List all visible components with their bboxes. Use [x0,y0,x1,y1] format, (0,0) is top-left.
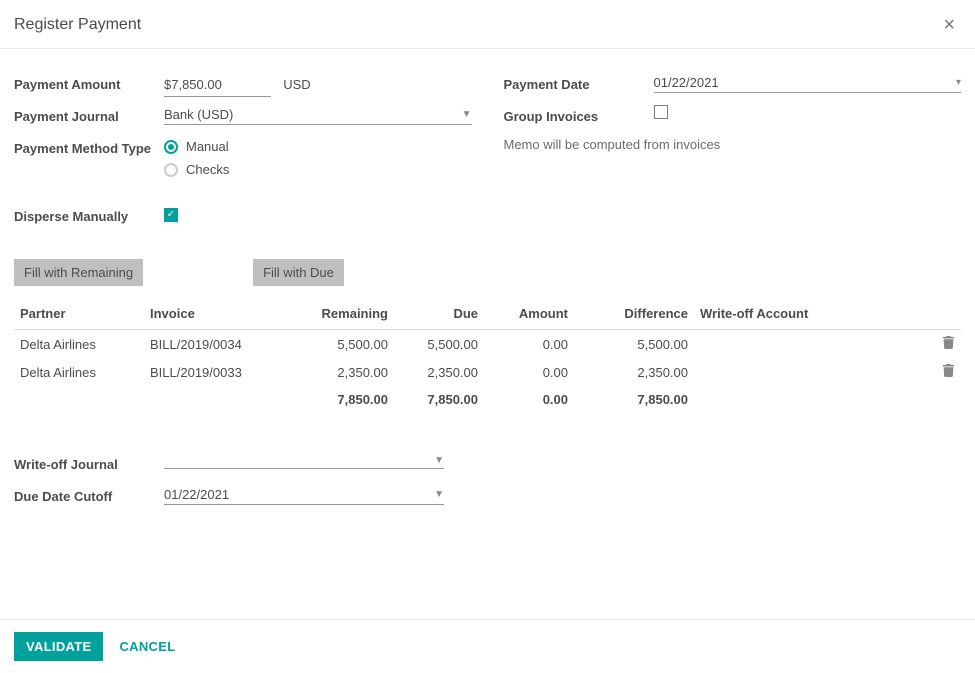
writeoff-journal-row: Write-off Journal ▼ [14,453,444,477]
col-writeoff-account: Write-off Account [694,298,936,330]
group-invoices-checkbox[interactable] [654,105,668,119]
radio-checked-icon [164,140,178,154]
col-due: Due [394,298,484,330]
payment-amount-row: Payment Amount $ USD [14,73,472,97]
modal-header: Register Payment × [0,0,975,49]
register-payment-modal: Register Payment × Payment Amount $ USD [0,0,975,673]
col-difference: Difference [574,298,694,330]
payment-method-option-manual[interactable]: Manual [164,139,472,154]
modal-title: Register Payment [14,16,141,34]
cell-partner: Delta Airlines [14,358,144,386]
fill-buttons-row: Fill with Remaining Fill with Due [14,259,961,286]
radio-label-manual: Manual [186,139,229,154]
trash-icon[interactable] [942,336,955,349]
cell-writeoff-account[interactable] [694,358,936,386]
payment-journal-label: Payment Journal [14,105,164,124]
col-amount: Amount [484,298,574,330]
total-remaining: 7,850.00 [294,386,394,413]
chevron-down-icon: ▾ [956,77,961,88]
cell-due: 5,500.00 [394,330,484,359]
group-invoices-label: Group Invoices [504,105,654,124]
cell-remaining: 5,500.00 [294,330,394,359]
form-left-col: Payment Amount $ USD Payment Journal [14,73,472,237]
disperse-manually-label: Disperse Manually [14,205,164,224]
cell-partner: Delta Airlines [14,330,144,359]
validate-button[interactable]: VALIDATE [14,632,103,661]
fill-with-due-button[interactable]: Fill with Due [253,259,344,286]
table-row[interactable]: Delta AirlinesBILL/2019/00332,350.002,35… [14,358,961,386]
payment-journal-row: Payment Journal Bank (USD) ▼ [14,105,472,129]
currency-prefix: $ [164,77,171,92]
totals-row: 7,850.00 7,850.00 0.00 7,850.00 [14,386,961,413]
chevron-down-icon: ▼ [434,455,444,466]
due-date-cutoff-value: 01/22/2021 [164,487,229,502]
due-date-cutoff-field[interactable]: 01/22/2021 ▼ [164,485,444,505]
col-remaining: Remaining [294,298,394,330]
payment-method-radio-group: Manual Checks [164,137,472,177]
cell-invoice: BILL/2019/0033 [144,358,294,386]
cell-difference: 2,350.00 [574,358,694,386]
radio-label-checks: Checks [186,162,229,177]
due-date-cutoff-label: Due Date Cutoff [14,485,164,504]
writeoff-journal-label: Write-off Journal [14,453,164,472]
payment-method-label: Payment Method Type [14,137,164,156]
payment-method-row: Payment Method Type Manual Checks [14,137,472,177]
cell-amount[interactable]: 0.00 [484,358,574,386]
radio-unchecked-icon [164,163,178,177]
payment-date-row: Payment Date 01/22/2021 ▾ [504,73,962,97]
trash-icon[interactable] [942,364,955,377]
total-amount: 0.00 [484,386,574,413]
payment-date-field[interactable]: 01/22/2021 ▾ [654,73,962,93]
payment-amount-field[interactable] [171,73,271,96]
memo-note-row: Memo will be computed from invoices [504,137,962,161]
payment-journal-select[interactable]: Bank (USD) ▼ [164,105,472,125]
invoice-lines-table: Partner Invoice Remaining Due Amount Dif… [14,298,961,413]
currency-code: USD [283,77,310,92]
chevron-down-icon: ▼ [434,489,444,500]
disperse-manually-row: Disperse Manually ✓ [14,205,472,229]
cell-remaining: 2,350.00 [294,358,394,386]
cell-amount[interactable]: 0.00 [484,330,574,359]
group-invoices-row: Group Invoices [504,105,962,129]
disperse-manually-checkbox[interactable]: ✓ [164,208,178,222]
payment-method-option-checks[interactable]: Checks [164,162,472,177]
modal-footer: VALIDATE CANCEL [0,619,975,673]
payment-date-value: 01/22/2021 [654,75,719,90]
cell-difference: 5,500.00 [574,330,694,359]
payment-journal-value: Bank (USD) [164,107,233,122]
col-invoice: Invoice [144,298,294,330]
memo-note: Memo will be computed from invoices [504,137,721,152]
cell-writeoff-account[interactable] [694,330,936,359]
bottom-form: Write-off Journal ▼ Due Date Cutoff 01/2… [14,453,444,509]
total-due: 7,850.00 [394,386,484,413]
table-row[interactable]: Delta AirlinesBILL/2019/00345,500.005,50… [14,330,961,359]
payment-amount-label: Payment Amount [14,73,164,92]
payment-date-label: Payment Date [504,73,654,92]
payment-amount-input-group: $ [164,73,271,97]
due-date-cutoff-row: Due Date Cutoff 01/22/2021 ▼ [14,485,444,509]
writeoff-journal-select[interactable]: ▼ [164,453,444,469]
col-partner: Partner [14,298,144,330]
cell-due: 2,350.00 [394,358,484,386]
chevron-down-icon: ▼ [462,109,472,120]
fill-with-remaining-button[interactable]: Fill with Remaining [14,259,143,286]
modal-body: Payment Amount $ USD Payment Journal [0,49,975,619]
form-sheet: Payment Amount $ USD Payment Journal [14,73,961,237]
total-difference: 7,850.00 [574,386,694,413]
cancel-button[interactable]: CANCEL [109,632,185,661]
close-icon[interactable]: × [937,14,961,36]
cell-invoice: BILL/2019/0034 [144,330,294,359]
form-right-col: Payment Date 01/22/2021 ▾ Group Invoices [504,73,962,237]
